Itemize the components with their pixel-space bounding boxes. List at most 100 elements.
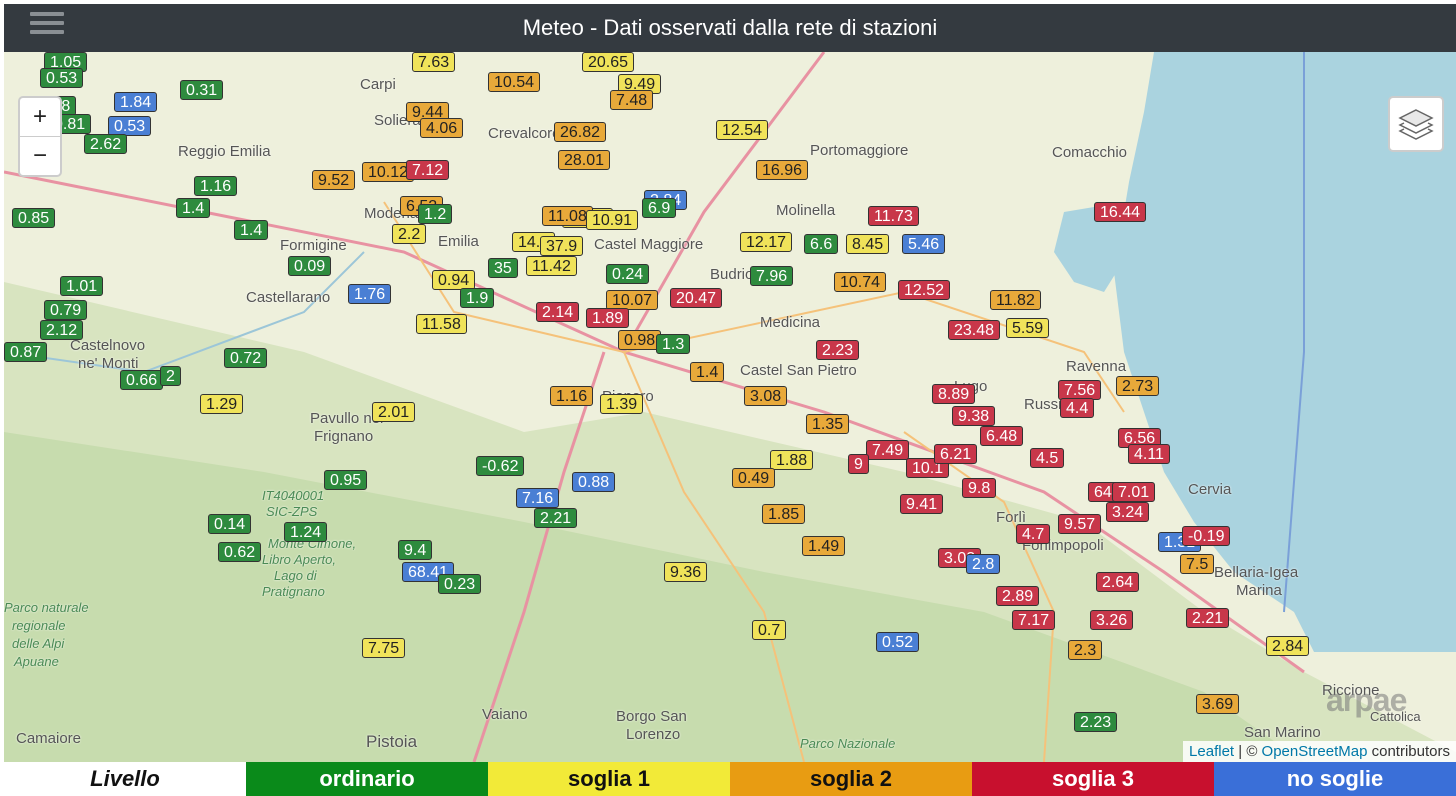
station-marker[interactable]: 4.06 <box>420 118 464 138</box>
station-marker[interactable]: 9.38 <box>952 406 996 426</box>
station-marker[interactable]: 7.75 <box>362 638 406 658</box>
station-marker[interactable]: 7.01 <box>1112 482 1156 502</box>
station-marker[interactable]: 0.53 <box>108 116 152 136</box>
station-marker[interactable]: 9.52 <box>312 170 356 190</box>
station-marker[interactable]: 9.57 <box>1058 514 1102 534</box>
station-marker[interactable]: 2.21 <box>1186 608 1230 628</box>
station-marker[interactable]: 1.76 <box>348 284 392 304</box>
station-marker[interactable]: 28.01 <box>558 150 611 170</box>
station-marker[interactable]: 11.82 <box>990 290 1041 310</box>
station-marker[interactable]: 4.4 <box>1060 398 1095 418</box>
station-marker[interactable]: 6.9 <box>642 198 677 218</box>
station-marker[interactable]: 35 <box>488 258 518 278</box>
station-marker[interactable]: 1.01 <box>60 276 104 296</box>
station-marker[interactable]: 0.95 <box>324 470 368 490</box>
station-marker[interactable]: 16.96 <box>756 160 809 180</box>
station-marker[interactable]: 1.85 <box>762 504 806 524</box>
station-marker[interactable]: 4.5 <box>1030 448 1065 468</box>
leaflet-link[interactable]: Leaflet <box>1189 743 1234 760</box>
station-marker[interactable]: 2.8 <box>966 554 1001 574</box>
station-marker[interactable]: 0.7 <box>752 620 787 640</box>
station-marker[interactable]: 1.88 <box>770 450 814 470</box>
station-marker[interactable]: 9.41 <box>900 494 944 514</box>
station-marker[interactable]: 7.49 <box>866 440 910 460</box>
station-marker[interactable]: 37.9 <box>540 236 584 256</box>
station-marker[interactable]: 0.23 <box>438 574 482 594</box>
station-marker[interactable]: 0.98 <box>618 330 662 350</box>
station-marker[interactable]: 4.7 <box>1016 524 1051 544</box>
zoom-in-button[interactable]: + <box>20 98 60 137</box>
station-marker[interactable]: -0.19 <box>1182 526 1231 546</box>
station-marker[interactable]: 8.89 <box>932 384 976 404</box>
station-marker[interactable]: 2.23 <box>1074 712 1118 732</box>
station-marker[interactable]: 0.88 <box>572 472 616 492</box>
station-marker[interactable]: 9 <box>848 454 869 474</box>
station-marker[interactable]: 12.17 <box>740 232 793 252</box>
station-marker[interactable]: 0.87 <box>4 342 48 362</box>
station-marker[interactable]: 6.48 <box>980 426 1024 446</box>
station-marker[interactable]: 9.4 <box>398 540 433 560</box>
station-marker[interactable]: 20.47 <box>670 288 723 308</box>
station-marker[interactable]: 9.8 <box>962 478 997 498</box>
osm-link[interactable]: OpenStreetMap <box>1262 743 1368 760</box>
station-marker[interactable]: 0.24 <box>606 264 650 284</box>
station-marker[interactable]: 0.09 <box>288 256 332 276</box>
station-marker[interactable]: 1.39 <box>600 394 644 414</box>
station-marker[interactable]: 1.16 <box>550 386 594 406</box>
station-marker[interactable]: 7.96 <box>750 266 794 286</box>
station-marker[interactable]: 1.16 <box>194 176 238 196</box>
station-marker[interactable]: 10.07 <box>606 290 659 310</box>
station-marker[interactable]: 12.54 <box>716 120 769 140</box>
station-marker[interactable]: 7.16 <box>516 488 560 508</box>
station-marker[interactable]: 11.42 <box>526 256 577 276</box>
station-marker[interactable]: 2.84 <box>1266 636 1310 656</box>
station-marker[interactable]: 0.66 <box>120 370 164 390</box>
station-marker[interactable]: 3.08 <box>744 386 788 406</box>
station-marker[interactable]: 2.2 <box>392 224 427 244</box>
station-marker[interactable]: 1.4 <box>234 220 269 240</box>
station-marker[interactable]: 1.49 <box>802 536 846 556</box>
station-marker[interactable]: 3.69 <box>1196 694 1240 714</box>
station-marker[interactable]: 7.17 <box>1012 610 1056 630</box>
station-marker[interactable]: 20.65 <box>582 52 635 72</box>
station-marker[interactable]: 2.89 <box>996 586 1040 606</box>
station-marker[interactable]: 11.58 <box>416 314 467 334</box>
station-marker[interactable]: 9.36 <box>664 562 708 582</box>
station-marker[interactable]: 5.59 <box>1006 318 1050 338</box>
station-marker[interactable]: 10.91 <box>586 210 639 230</box>
station-marker[interactable]: 2.12 <box>40 320 84 340</box>
station-marker[interactable]: 3.26 <box>1090 610 1134 630</box>
station-marker[interactable]: 6.6 <box>804 234 839 254</box>
station-marker[interactable]: 12.52 <box>898 280 951 300</box>
station-marker[interactable]: 0.72 <box>224 348 268 368</box>
station-marker[interactable]: 1.9 <box>460 288 495 308</box>
station-marker[interactable]: 7.56 <box>1058 380 1102 400</box>
layers-icon[interactable] <box>1388 96 1444 152</box>
zoom-out-button[interactable]: − <box>20 137 60 175</box>
station-marker[interactable]: 1.35 <box>806 414 850 434</box>
station-marker[interactable]: 7.5 <box>1180 554 1215 574</box>
station-marker[interactable]: 2.21 <box>534 508 578 528</box>
station-marker[interactable]: 0.49 <box>732 468 776 488</box>
station-marker[interactable]: 5.46 <box>902 234 946 254</box>
station-marker[interactable]: 0.94 <box>432 270 476 290</box>
station-marker[interactable]: 0.52 <box>876 632 920 652</box>
station-marker[interactable]: 1.84 <box>114 92 158 112</box>
station-marker[interactable]: 23.48 <box>948 320 1001 340</box>
station-marker[interactable]: 2.14 <box>536 302 580 322</box>
map[interactable]: Reggio Emilia Carpi Soliera Crevalcore M… <box>4 52 1456 762</box>
station-marker[interactable]: 0.31 <box>180 80 224 100</box>
station-marker[interactable]: 1.24 <box>284 522 328 542</box>
station-marker[interactable]: 1.89 <box>586 308 630 328</box>
station-marker[interactable]: 0.53 <box>40 68 84 88</box>
station-marker[interactable]: 2.23 <box>816 340 860 360</box>
station-marker[interactable]: 3.24 <box>1106 502 1150 522</box>
station-marker[interactable]: 7.12 <box>406 160 450 180</box>
station-marker[interactable]: 2.62 <box>84 134 128 154</box>
station-marker[interactable]: 10.74 <box>834 272 887 292</box>
station-marker[interactable]: 8.45 <box>846 234 890 254</box>
station-marker[interactable]: 7.48 <box>610 90 654 110</box>
station-marker[interactable]: 11.73 <box>868 206 919 226</box>
station-marker[interactable]: 0.85 <box>12 208 56 228</box>
station-marker[interactable]: 6.21 <box>934 444 978 464</box>
